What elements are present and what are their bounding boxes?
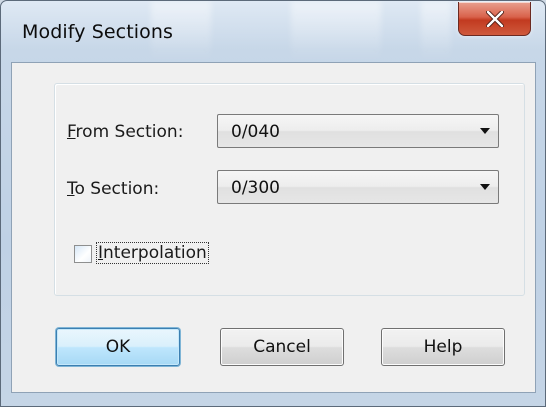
from-section-label: From Section: xyxy=(67,122,183,142)
title-bar[interactable]: Modify Sections xyxy=(1,1,545,61)
chevron-down-icon xyxy=(480,128,490,134)
from-section-dropdown[interactable]: 0/040 xyxy=(217,114,499,148)
chevron-down-icon xyxy=(480,184,490,190)
interpolation-label[interactable]: Interpolation xyxy=(96,242,209,264)
from-section-accelerator: F xyxy=(67,122,76,142)
to-section-label-text: o Section: xyxy=(74,179,160,199)
window-title: Modify Sections xyxy=(22,21,173,43)
cancel-button[interactable]: Cancel xyxy=(220,328,344,366)
from-section-label-text: rom Section: xyxy=(75,122,184,142)
to-section-value: 0/300 xyxy=(231,178,280,198)
close-icon xyxy=(486,11,504,27)
interpolation-label-text: nterpolation xyxy=(103,243,207,263)
close-button[interactable] xyxy=(458,2,531,36)
help-button[interactable]: Help xyxy=(381,328,505,366)
interpolation-checkbox[interactable] xyxy=(74,245,92,263)
ok-button[interactable]: OK xyxy=(56,328,180,366)
dialog-window: Modify Sections From Section: 0/040 To S… xyxy=(0,0,546,407)
from-section-value: 0/040 xyxy=(231,122,280,142)
dialog-client-area: From Section: 0/040 To Section: 0/300 In… xyxy=(11,62,536,393)
to-section-label: To Section: xyxy=(67,179,159,199)
to-section-dropdown[interactable]: 0/300 xyxy=(217,170,499,204)
to-section-accelerator: T xyxy=(67,179,75,199)
